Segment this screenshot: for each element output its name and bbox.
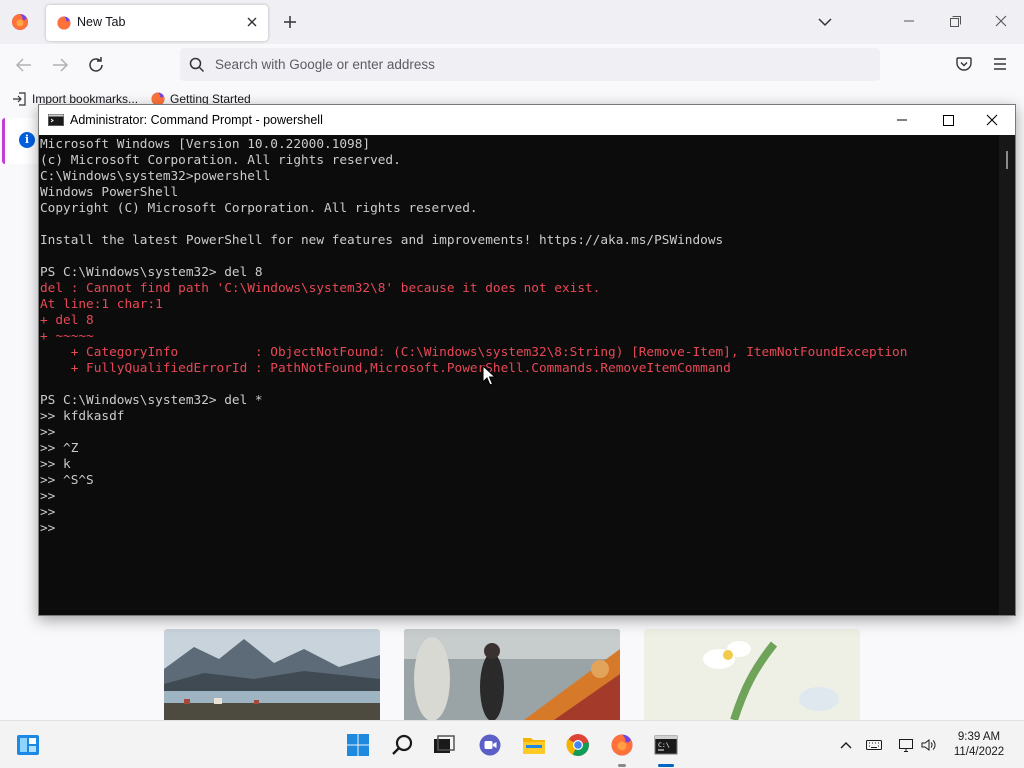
menu-icon[interactable] — [990, 54, 1010, 74]
console-line: del : Cannot find path 'C:\Windows\syste… — [40, 281, 601, 296]
console-line: Install the latest PowerShell for new fe… — [40, 233, 724, 248]
firefox-icon[interactable] — [610, 733, 634, 757]
restore-icon[interactable] — [942, 8, 968, 34]
console-line: + CategoryInfo : ObjectNotFound: (C:\Win… — [40, 345, 908, 360]
search-icon[interactable] — [391, 733, 415, 757]
console-line: + FullyQualifiedErrorId : PathNotFound,M… — [40, 361, 731, 376]
console-line: + ~~~~~ — [40, 329, 94, 344]
console-title: Administrator: Command Prompt - powershe… — [70, 113, 323, 127]
import-icon — [13, 92, 26, 106]
console-line: >> — [40, 425, 56, 440]
terminal-icon[interactable]: C:\ — [654, 733, 678, 757]
url-bar[interactable]: Search with Google or enter address — [180, 48, 880, 81]
volume-icon[interactable] — [920, 737, 936, 753]
file-explorer-icon[interactable] — [522, 733, 546, 757]
chrome-icon[interactable] — [566, 733, 590, 757]
console-line: PS C:\Windows\system32> del * — [40, 393, 263, 408]
keyboard-icon[interactable] — [866, 737, 882, 753]
task-view-icon[interactable] — [432, 733, 456, 757]
svg-text:C:\: C:\ — [658, 741, 670, 749]
search-icon — [189, 57, 205, 73]
taskbar-clock[interactable]: 9:39 AM 11/4/2022 — [944, 730, 1014, 760]
console-line: >> ^S^S — [40, 473, 94, 488]
console-scrollbar[interactable] — [999, 135, 1015, 615]
browser-nav-bar: Search with Google or enter address — [0, 44, 1024, 86]
console-line: At line:1 char:1 — [40, 297, 163, 312]
start-icon[interactable] — [346, 733, 370, 757]
console-icon — [48, 114, 64, 126]
console-title-bar[interactable]: Administrator: Command Prompt - powershe… — [39, 105, 1015, 135]
console-window[interactable]: Administrator: Command Prompt - powershe… — [38, 104, 1016, 616]
url-placeholder: Search with Google or enter address — [215, 57, 435, 72]
reload-icon[interactable] — [84, 53, 108, 77]
forward-icon[interactable] — [48, 53, 72, 77]
console-line: >> — [40, 505, 56, 520]
chevron-down-icon[interactable] — [814, 12, 836, 32]
console-line: + del 8 — [40, 313, 94, 328]
plus-icon[interactable] — [280, 12, 300, 32]
minimize-icon[interactable] — [896, 8, 922, 34]
firefox-icon[interactable] — [10, 12, 30, 32]
story-thumbnail[interactable] — [164, 629, 380, 720]
maximize-icon[interactable] — [925, 105, 971, 135]
active-indicator — [658, 764, 674, 767]
clock-time: 9:39 AM — [957, 731, 1001, 743]
taskbar: C:\ 9:39 AM 11/4/2022 — [0, 720, 1024, 768]
console-line: >> ^Z — [40, 441, 79, 456]
scrollbar-thumb[interactable] — [1006, 151, 1008, 169]
console-line: Windows PowerShell — [40, 185, 179, 200]
clock-date: 11/4/2022 — [953, 746, 1005, 758]
story-thumbnail[interactable] — [644, 629, 860, 720]
close-icon[interactable] — [969, 105, 1015, 135]
network-icon[interactable] — [898, 737, 914, 753]
console-line: (c) Microsoft Corporation. All rights re… — [40, 153, 401, 168]
console-line: >> kfdkasdf — [40, 409, 125, 424]
story-thumbnail[interactable] — [404, 629, 620, 720]
chevron-up-icon[interactable] — [838, 737, 854, 753]
console-line: >> — [40, 489, 56, 504]
console-line: Copyright (C) Microsoft Corporation. All… — [40, 201, 478, 216]
tab-title: New Tab — [77, 15, 126, 29]
close-icon[interactable] — [242, 12, 262, 32]
info-icon: i — [19, 132, 35, 148]
pocket-icon[interactable] — [954, 54, 974, 74]
minimize-icon[interactable] — [879, 105, 925, 135]
browser-tab-bar: New Tab — [0, 0, 1024, 44]
notification-strip[interactable]: i — [2, 118, 42, 164]
console-output[interactable]: Microsoft Windows [Version 10.0.22000.10… — [39, 135, 999, 615]
running-indicator — [618, 764, 626, 767]
console-line: >> — [40, 521, 56, 536]
close-icon[interactable] — [988, 8, 1014, 34]
console-line: C:\Windows\system32>powershell — [40, 169, 271, 184]
mouse-pointer-icon — [482, 365, 496, 386]
firefox-icon — [57, 16, 71, 30]
console-line: PS C:\Windows\system32> del 8 — [40, 265, 263, 280]
chat-icon[interactable] — [478, 733, 502, 757]
console-line: >> k — [40, 457, 71, 472]
tab-new-tab[interactable]: New Tab — [46, 5, 268, 41]
console-line: Microsoft Windows [Version 10.0.22000.10… — [40, 137, 371, 152]
widgets-icon[interactable] — [16, 733, 40, 757]
desktop-screen: New Tab Search with Google or enter addr… — [0, 0, 1024, 768]
back-icon[interactable] — [12, 53, 36, 77]
